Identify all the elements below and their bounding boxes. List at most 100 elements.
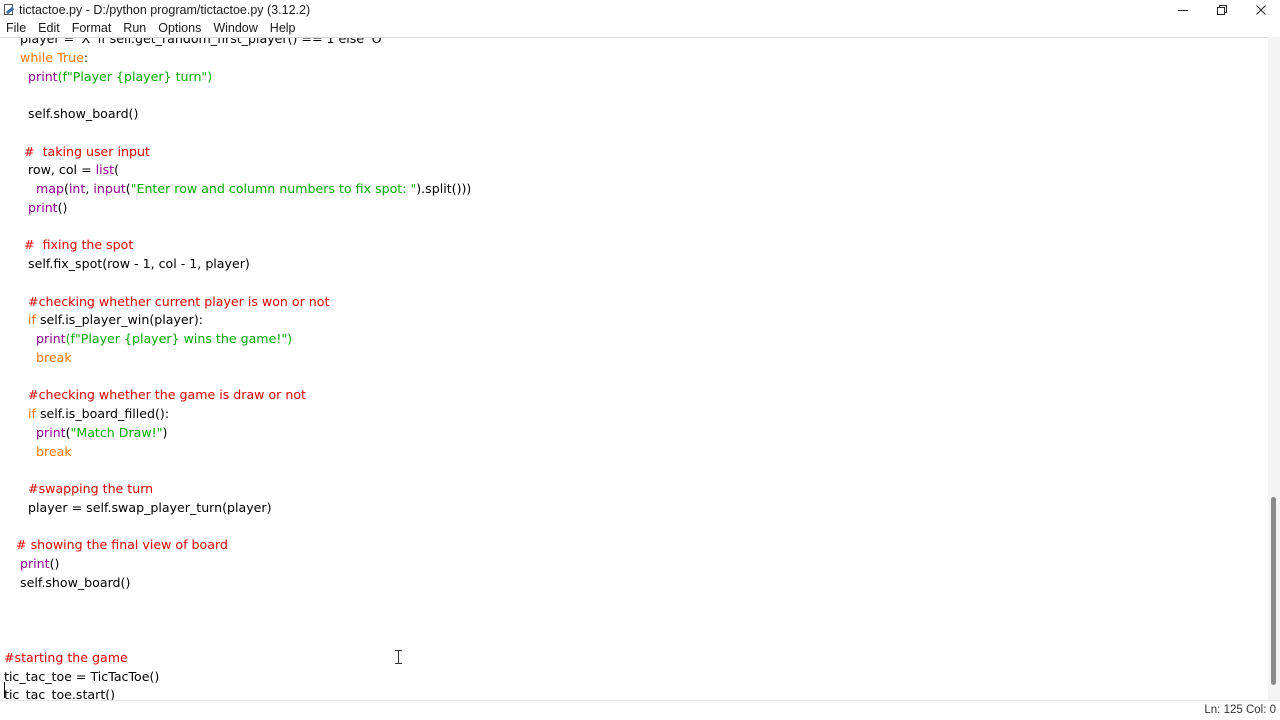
code-line: player = 'X' if self.get_random_first_pl… — [4, 37, 471, 49]
code-text: player = 'X' if self.get_random_first_pl… — [4, 37, 471, 701]
code-line: if self.is_player_win(player): — [4, 311, 471, 330]
code-token: # showing the final view of board — [16, 537, 228, 553]
code-token: () — [49, 556, 60, 571]
ibeam-cursor-icon — [394, 650, 403, 664]
code-line: break — [4, 349, 471, 368]
code-token: list — [95, 162, 115, 178]
code-token: player = self.swap_player_turn(player) — [4, 499, 272, 515]
code-token: if — [28, 312, 36, 328]
code-token: (f"Player {player} wins the game!") — [65, 331, 293, 346]
code-token: row, col = — [4, 162, 96, 178]
menu-help[interactable]: Help — [264, 19, 302, 37]
code-token: #checking whether current player is won … — [28, 293, 330, 309]
close-button[interactable] — [1241, 0, 1280, 19]
code-token: ) — [162, 424, 168, 440]
code-token: () — [57, 199, 68, 215]
code-line: row, col = list( — [4, 161, 471, 180]
code-token: self.fix_spot(row - 1, col - 1, player) — [4, 256, 250, 271]
scrollbar-thumb[interactable] — [1271, 497, 1276, 685]
window-controls — [1163, 0, 1280, 19]
code-token: while — [20, 49, 54, 65]
code-line: print("Match Draw!") — [4, 424, 471, 443]
code-line: break — [4, 443, 471, 462]
restore-button[interactable] — [1202, 0, 1241, 19]
code-token: tic_tac_toe.start() — [4, 687, 116, 701]
code-token: #starting the game — [4, 649, 128, 665]
code-line: print(f"Player {player} wins the game!") — [4, 330, 471, 349]
code-line: # fixing the spot — [4, 236, 471, 255]
code-line: while True: — [4, 49, 471, 68]
code-line: #checking whether the game is draw or no… — [4, 386, 471, 405]
code-line: self.show_board() — [4, 574, 471, 593]
title-bar: tictactoe.py - D:/python program/tictact… — [0, 0, 1280, 19]
restore-icon — [1216, 4, 1227, 15]
menu-window[interactable]: Window — [207, 19, 263, 37]
menu-format[interactable]: Format — [66, 19, 118, 37]
code-line: # showing the final view of board — [4, 536, 471, 555]
close-icon — [1255, 4, 1266, 15]
code-token: # fixing the spot — [24, 237, 134, 253]
code-line: print() — [4, 555, 471, 574]
code-line: print(f"Player {player} turn") — [4, 68, 471, 87]
text-cursor — [4, 682, 5, 698]
minimize-icon — [1177, 9, 1188, 11]
code-token: break — [36, 349, 72, 365]
code-token: (f"Player {player} turn") — [57, 68, 213, 84]
code-line: # taking user input — [4, 143, 471, 162]
minimize-button[interactable] — [1163, 0, 1202, 19]
code-token: if — [28, 406, 36, 421]
code-token: self.is_board_filled(): — [35, 406, 170, 421]
menu-file[interactable]: File — [0, 19, 32, 37]
code-token: self.is_player_win(player): — [35, 312, 203, 328]
menu-run[interactable]: Run — [117, 19, 152, 37]
code-token: ).split())) — [416, 181, 472, 196]
code-line: #swapping the turn — [4, 480, 471, 499]
vertical-scrollbar[interactable] — [1268, 37, 1280, 700]
code-token: : — [83, 49, 89, 65]
menu-bar: File Edit Format Run Options Window Help — [0, 19, 1280, 37]
code-token: # taking user input — [24, 143, 150, 159]
code-line: self.show_board() — [4, 105, 471, 124]
code-token: True — [57, 49, 84, 65]
code-token: print — [20, 556, 50, 571]
status-bar: Ln: 125 Col: 0 — [0, 700, 1280, 720]
code-token: int — [68, 181, 86, 196]
code-token: #swapping the turn — [28, 481, 154, 496]
code-token: player = 'X' if self.get_random_first_pl… — [4, 37, 385, 46]
code-token: print — [28, 68, 58, 84]
menu-edit[interactable]: Edit — [32, 19, 66, 37]
code-editor[interactable]: player = 'X' if self.get_random_first_pl… — [0, 37, 1268, 701]
code-token: print — [36, 331, 66, 346]
code-token: input — [93, 181, 126, 196]
menu-options[interactable]: Options — [152, 19, 207, 37]
code-token: "Match Draw!" — [70, 424, 163, 440]
code-token: print — [28, 199, 58, 215]
code-line: map(int, input("Enter row and column num… — [4, 180, 471, 199]
code-token: self.show_board() — [4, 574, 131, 590]
code-line: tic_tac_toe = TicTacToe() — [4, 668, 471, 687]
code-token: map — [36, 181, 65, 196]
idle-file-icon — [3, 3, 15, 16]
code-line: tic_tac_toe.start() — [4, 686, 471, 701]
code-line: if self.is_board_filled(): — [4, 405, 471, 424]
